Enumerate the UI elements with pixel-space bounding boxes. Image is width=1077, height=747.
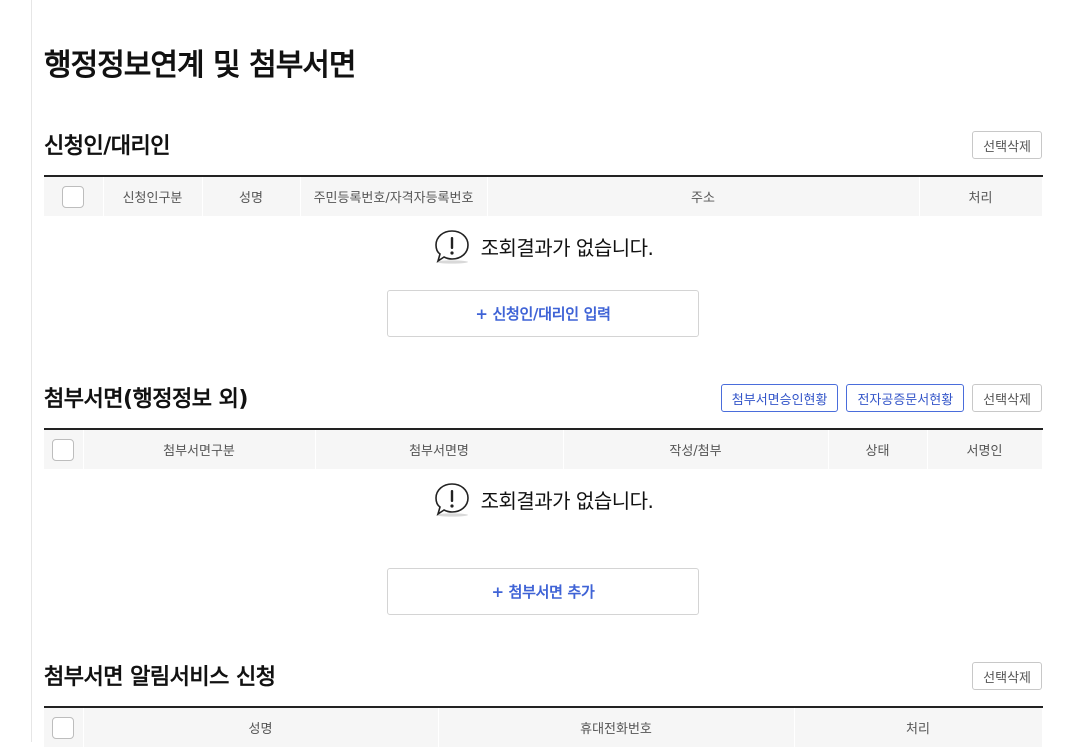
notify-section: 첨부서면 알림서비스 신청 선택삭제 성명 휴대전화번호 처리: [44, 657, 1043, 747]
left-divider: [31, 0, 32, 742]
applicant-table-header: 신청인구분 성명 주민등록번호/자격자등록번호 주소 처리: [44, 176, 1043, 216]
select-all-cell[interactable]: [44, 176, 104, 216]
select-all-checkbox[interactable]: [62, 185, 85, 208]
notify-delete-button[interactable]: 선택삭제: [972, 662, 1042, 690]
attachments-empty-state: 조회결과가 없습니다.: [44, 481, 1042, 517]
applicant-toolbar: 선택삭제: [972, 131, 1042, 159]
attachments-toolbar: 첨부서면승인현황 전자공증문서현황 선택삭제: [720, 384, 1042, 412]
applicant-delete-button[interactable]: 선택삭제: [972, 131, 1042, 159]
notify-toolbar: 선택삭제: [972, 662, 1042, 690]
attachments-empty-text: 조회결과가 없습니다.: [480, 488, 654, 513]
select-all-cell[interactable]: [44, 429, 84, 469]
alert-speech-bubble-icon: [434, 230, 469, 264]
col-status: 상태: [827, 429, 928, 469]
applicant-section: 신청인/대리인 선택삭제 신청인구분 성명 주민등록번호/자격자등록번호 주소 …: [44, 126, 1043, 341]
select-all-cell[interactable]: [44, 707, 84, 747]
col-signer: 서명인: [926, 429, 1043, 469]
page-title: 행정정보연계 및 첨부서면: [44, 48, 356, 83]
select-all-checkbox[interactable]: [52, 438, 75, 461]
applicant-section-title: 신청인/대리인: [44, 134, 170, 159]
attachments-table: 첨부서면구분 첨부서면명 작성/첨부 상태 서명인: [44, 428, 1043, 469]
col-applicant-type: 신청인구분: [102, 176, 203, 216]
col-name: 성명: [201, 176, 301, 216]
col-id-number: 주민등록번호/자격자등록번호: [299, 176, 488, 216]
alert-speech-bubble-icon: [434, 483, 469, 517]
attachments-section-title: 첨부서면(행정정보 외): [44, 387, 248, 412]
col-name: 성명: [82, 707, 439, 747]
electronic-notary-status-button[interactable]: 전자공증문서현황: [846, 384, 965, 412]
notify-table: 성명 휴대전화번호 처리: [44, 706, 1043, 747]
attachments-section: 첨부서면(행정정보 외) 첨부서면승인현황 전자공증문서현황 선택삭제 첨부서면…: [44, 379, 1043, 619]
notify-section-title: 첨부서면 알림서비스 신청: [44, 665, 276, 690]
select-all-checkbox[interactable]: [52, 716, 75, 739]
attachments-delete-button[interactable]: 선택삭제: [972, 384, 1042, 412]
col-action: 처리: [793, 707, 1043, 747]
attachment-approval-status-button[interactable]: 첨부서면승인현황: [720, 384, 839, 412]
attachments-table-header: 첨부서면구분 첨부서면명 작성/첨부 상태 서명인: [44, 429, 1043, 469]
col-write-attach: 작성/첨부: [562, 429, 829, 469]
col-address: 주소: [486, 176, 920, 216]
notify-table-header: 성명 휴대전화번호 처리: [44, 707, 1043, 747]
add-applicant-button[interactable]: + 신청인/대리인 입력: [387, 290, 699, 337]
applicant-empty-text: 조회결과가 없습니다.: [480, 235, 654, 260]
col-action: 처리: [918, 176, 1043, 216]
applicant-table: 신청인구분 성명 주민등록번호/자격자등록번호 주소 처리: [44, 175, 1043, 216]
col-mobile-number: 휴대전화번호: [437, 707, 795, 747]
col-attachment-type: 첨부서면구분: [82, 429, 316, 469]
add-attachment-button[interactable]: + 첨부서면 추가: [387, 568, 699, 615]
col-attachment-name: 첨부서면명: [314, 429, 564, 469]
applicant-empty-state: 조회결과가 없습니다.: [44, 228, 1042, 264]
